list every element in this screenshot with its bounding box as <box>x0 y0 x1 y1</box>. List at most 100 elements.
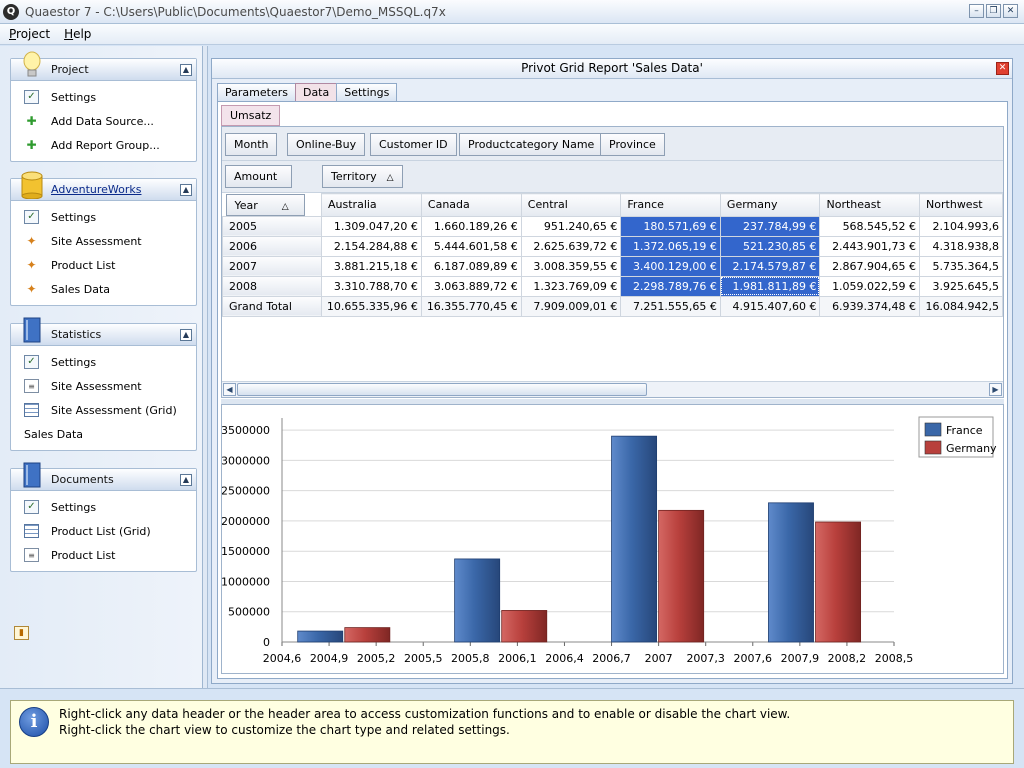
data-cell[interactable]: 2.867.904,65 € <box>819 255 921 277</box>
group-header[interactable]: Project ▲ <box>11 51 196 81</box>
data-cell[interactable]: 3.925.645,5 <box>919 275 1003 297</box>
scroll-right-icon[interactable]: ▶ <box>989 383 1002 396</box>
sidebar-item-sales-data[interactable]: ✦ Sales Data <box>11 277 196 301</box>
total-cell[interactable]: 16.355.770,45 € <box>420 295 522 317</box>
menu-project[interactable]: Project <box>4 27 55 41</box>
row-header[interactable]: Grand Total <box>222 295 323 317</box>
group-title[interactable]: AdventureWorks <box>51 183 141 196</box>
field-province[interactable]: Province <box>600 133 665 156</box>
tab-parameters[interactable]: Parameters <box>217 83 296 101</box>
data-cell[interactable]: 951.240,65 € <box>520 215 622 237</box>
column-header[interactable]: Northeast <box>819 193 921 217</box>
data-cell[interactable]: 2.443.901,73 € <box>819 235 921 257</box>
column-header[interactable]: France <box>620 193 721 217</box>
sidebar-item-product-list-grid[interactable]: Product List (Grid) <box>11 519 196 543</box>
field-customer-id[interactable]: Customer ID <box>370 133 457 156</box>
column-header[interactable]: Germany <box>719 193 821 217</box>
sidebar-item-site-assessment[interactable]: ≡ Site Assessment <box>11 374 196 398</box>
sidebar-item-site-assessment[interactable]: ✦ Site Assessment <box>11 229 196 253</box>
total-cell[interactable]: 4.915.407,60 € <box>719 295 821 317</box>
restore-icon[interactable]: ❐ <box>986 4 1001 18</box>
field-amount[interactable]: Amount <box>225 165 292 188</box>
field-productcategory-name[interactable]: Productcategory Name <box>459 133 604 156</box>
sidebar-item-settings[interactable]: ✓ Settings <box>11 85 196 109</box>
sidebar-splitter[interactable] <box>203 46 208 688</box>
filter-header-area[interactable]: Month Online-Buy Customer ID Productcate… <box>222 127 1003 161</box>
data-cell[interactable]: 3.310.788,70 € <box>321 275 422 297</box>
data-cell[interactable]: 2.174.579,87 € <box>719 255 821 277</box>
field-month[interactable]: Month <box>225 133 278 156</box>
sidebar-item-add-data-source[interactable]: ✚ Add Data Source... <box>11 109 196 133</box>
data-cell[interactable]: 568.545,52 € <box>819 215 921 237</box>
group-title: Project <box>51 63 89 76</box>
data-cell[interactable]: 2.625.639,72 € <box>520 235 622 257</box>
sidebar-item-product-list[interactable]: ≡ Product List <box>11 543 196 567</box>
total-cell[interactable]: 7.909.009,01 € <box>520 295 622 317</box>
data-cell[interactable]: 2.298.789,76 € <box>620 275 721 297</box>
field-year[interactable]: Year △ <box>225 193 305 216</box>
data-cell[interactable]: 3.063.889,72 € <box>420 275 522 297</box>
column-header[interactable]: Canada <box>420 193 522 217</box>
menu-help[interactable]: Help <box>59 27 96 41</box>
data-cell[interactable]: 1.323.769,09 € <box>520 275 622 297</box>
y-tick-label: 1000000 <box>222 575 270 588</box>
field-online-buy[interactable]: Online-Buy <box>287 133 366 156</box>
scroll-left-icon[interactable]: ◀ <box>223 383 236 396</box>
collapse-icon[interactable]: ▲ <box>180 474 192 486</box>
data-cell[interactable]: 1.059.022,59 € <box>819 275 921 297</box>
data-cell[interactable]: 4.318.938,8 <box>919 235 1003 257</box>
group-header[interactable]: Statistics ▲ <box>11 317 196 346</box>
minimize-icon[interactable]: – <box>969 4 984 18</box>
data-cell[interactable]: 521.230,85 € <box>719 235 821 257</box>
subtab-umsatz[interactable]: Umsatz <box>221 105 281 126</box>
data-cell[interactable]: 2.154.284,88 € <box>321 235 422 257</box>
data-cell[interactable]: 5.444.601,58 € <box>420 235 522 257</box>
collapse-icon[interactable]: ▲ <box>180 64 192 76</box>
row-header[interactable]: 2006 <box>222 235 323 257</box>
total-cell[interactable]: 7.251.555,65 € <box>620 295 721 317</box>
sidebar-item-settings[interactable]: ✓ Settings <box>11 350 196 374</box>
data-cell[interactable]: 2.104.993,6 <box>919 215 1003 237</box>
data-cell[interactable]: 1.660.189,26 € <box>420 215 522 237</box>
field-territory[interactable]: Territory △ <box>322 165 403 188</box>
sidebar-item-site-assessment-grid[interactable]: Site Assessment (Grid) <box>11 398 196 422</box>
chart-view[interactable]: 0 500000 1000000 1500000 2000000 2500000 30000… <box>221 404 1004 674</box>
total-cell[interactable]: 16.084.942,5 <box>919 295 1003 317</box>
group-header[interactable]: Documents ▲ <box>11 462 196 491</box>
collapse-icon[interactable]: ▲ <box>180 184 192 196</box>
data-cell[interactable]: 180.571,69 € <box>620 215 721 237</box>
data-cell[interactable]: 1.372.065,19 € <box>620 235 721 257</box>
tab-data[interactable]: Data <box>294 83 338 102</box>
row-header[interactable]: 2008 <box>222 275 323 297</box>
data-cell[interactable]: 1.981.811,89 € <box>719 275 821 297</box>
data-cell[interactable]: 5.735.364,5 <box>919 255 1003 277</box>
group-header[interactable]: AdventureWorks ▲ <box>11 171 196 201</box>
row-header[interactable]: 2005 <box>222 215 323 237</box>
data-cell[interactable]: 237.784,99 € <box>719 215 821 237</box>
sidebar-item-settings[interactable]: ✓ Settings <box>11 205 196 229</box>
data-cell[interactable]: 6.187.089,89 € <box>420 255 522 277</box>
scrollbar-thumb[interactable] <box>237 383 647 396</box>
data-cell[interactable]: 3.400.129,00 € <box>620 255 721 277</box>
sidebar-item-product-list[interactable]: ✦ Product List <box>11 253 196 277</box>
sidebar-item-add-report-group[interactable]: ✚ Add Report Group... <box>11 133 196 157</box>
row-header[interactable]: 2007 <box>222 255 323 277</box>
data-cell[interactable]: 3.008.359,55 € <box>520 255 622 277</box>
data-cell[interactable]: 3.881.215,18 € <box>321 255 422 277</box>
data-cell[interactable]: 1.309.047,20 € <box>321 215 422 237</box>
total-cell[interactable]: 6.939.374,48 € <box>819 295 921 317</box>
column-header[interactable]: Central <box>520 193 622 217</box>
info-splitter[interactable] <box>0 688 1024 697</box>
bar-chart[interactable]: 0 500000 1000000 1500000 2000000 2500000 30000… <box>221 405 1003 673</box>
column-header[interactable]: Northwest <box>919 193 1003 217</box>
collapse-icon[interactable]: ▲ <box>180 329 192 341</box>
close-icon[interactable]: ✕ <box>1003 4 1018 18</box>
tab-settings[interactable]: Settings <box>336 83 398 101</box>
sidebar-item-sales-data[interactable]: ▮ Sales Data <box>11 422 196 640</box>
close-icon[interactable]: ✕ <box>996 62 1009 75</box>
total-cell[interactable]: 10.655.335,96 € <box>321 295 422 317</box>
data-header-area[interactable]: Amount Territory △ <box>222 161 1003 193</box>
horizontal-scrollbar[interactable]: ◀ ▶ <box>222 381 1003 397</box>
sidebar-item-settings[interactable]: ✓ Settings <box>11 495 196 519</box>
column-header[interactable]: Australia <box>321 193 422 217</box>
